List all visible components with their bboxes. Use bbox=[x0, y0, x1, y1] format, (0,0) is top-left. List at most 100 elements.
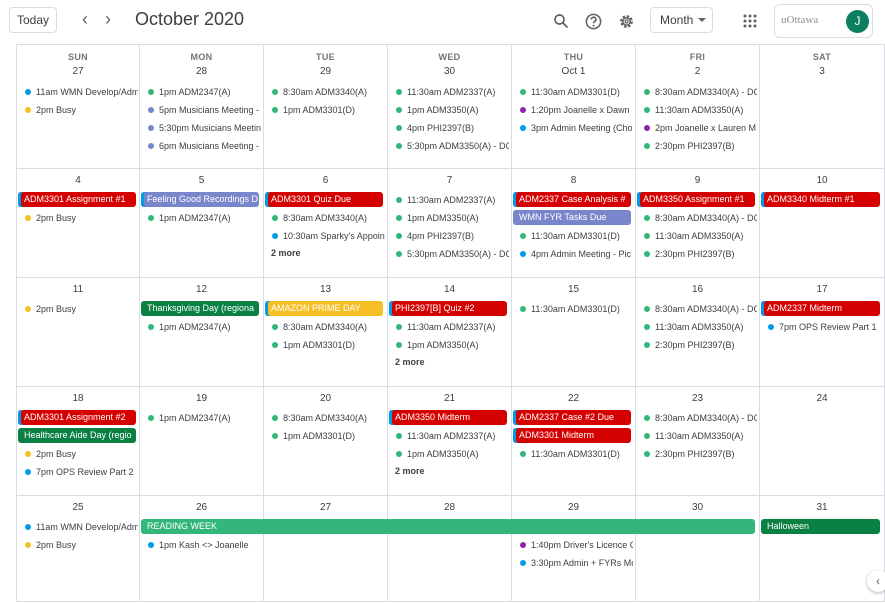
timed-event[interactable]: 8:30am ADM3340(A) bbox=[271, 410, 385, 426]
all-day-event-chip[interactable]: ADM3350 Assignment #1 bbox=[637, 192, 755, 207]
day-number[interactable]: 6 bbox=[264, 175, 387, 186]
day-cell[interactable]: 14 PHI2397[B] Quiz #2 11:30am ADM2337(A) 1p… bbox=[388, 278, 512, 387]
avatar[interactable]: J bbox=[846, 10, 869, 33]
all-day-event-chip[interactable]: AMAZON PRIME DAY bbox=[265, 301, 383, 316]
all-day-event-chip[interactable]: PHI2397[B] Quiz #2 bbox=[389, 301, 507, 316]
timed-event[interactable]: 5pm Musicians Meeting - bbox=[147, 102, 261, 118]
day-number[interactable]: 20 bbox=[264, 393, 387, 404]
day-cell[interactable]: 25 11am WMN Develop/Adm 2pm Busy bbox=[16, 496, 140, 602]
all-day-event-chip[interactable]: ADM2337 Case Analysis # bbox=[513, 192, 631, 207]
day-cell[interactable]: WED 30 11:30am ADM2337(A) 1pm ADM3350(A) 4pm… bbox=[388, 45, 512, 169]
timed-event[interactable]: 1pm ADM2347(A) bbox=[147, 84, 261, 100]
timed-event[interactable]: 2pm Busy bbox=[24, 102, 138, 118]
timed-event[interactable]: 2:30pm PHI2397(B) bbox=[643, 337, 757, 353]
timed-event[interactable]: 5:30pm ADM3350(A) - DC bbox=[395, 246, 509, 262]
timed-event[interactable]: 2:30pm PHI2397(B) bbox=[643, 138, 757, 154]
all-day-event-chip[interactable]: Halloween bbox=[761, 519, 880, 534]
day-number[interactable]: 13 bbox=[264, 284, 387, 295]
day-cell[interactable]: SAT 3 bbox=[760, 45, 885, 169]
all-day-event-chip[interactable]: Thanksgiving Day (regiona bbox=[141, 301, 259, 316]
timed-event[interactable]: 1pm ADM3301(D) bbox=[271, 337, 385, 353]
day-cell[interactable]: 29 1:40pm Driver's Licence C 3:30pm Admin … bbox=[512, 496, 636, 602]
chevron-right-icon[interactable]: › bbox=[98, 10, 118, 30]
timed-event[interactable]: 1pm ADM2347(A) bbox=[147, 319, 261, 335]
timed-event[interactable]: 1pm ADM3350(A) bbox=[395, 446, 509, 462]
day-cell[interactable]: 23 8:30am ADM3340(A) - DC 11:30am ADM3350(… bbox=[636, 387, 760, 496]
timed-event[interactable]: 11:30am ADM3350(A) bbox=[643, 428, 757, 444]
day-cell[interactable]: 6 ADM3301 Quiz Due 8:30am ADM3340(A) 10:30a… bbox=[264, 169, 388, 278]
more-events-link[interactable]: 2 more bbox=[395, 357, 425, 367]
day-number[interactable]: 16 bbox=[636, 284, 759, 295]
timed-event[interactable]: 2:30pm PHI2397(B) bbox=[643, 246, 757, 262]
day-number[interactable]: Oct 1 bbox=[512, 66, 635, 77]
timed-event[interactable]: 1pm ADM3350(A) bbox=[395, 210, 509, 226]
day-cell[interactable]: 9 ADM3350 Assignment #1 8:30am ADM3340(A) … bbox=[636, 169, 760, 278]
day-number[interactable]: 27 bbox=[264, 502, 387, 513]
timed-event[interactable]: 2pm Joanelle x Lauren M bbox=[643, 120, 757, 136]
day-number[interactable]: 25 bbox=[17, 502, 139, 513]
timed-event[interactable]: 11:30am ADM3350(A) bbox=[643, 102, 757, 118]
day-cell[interactable]: 20 8:30am ADM3340(A) 1pm ADM3301(D) bbox=[264, 387, 388, 496]
timed-event[interactable]: 3pm Admin Meeting (Cho bbox=[519, 120, 633, 136]
day-cell[interactable]: THU Oct 1 11:30am ADM3301(D) 1:20pm Joanell… bbox=[512, 45, 636, 169]
day-number[interactable]: 18 bbox=[17, 393, 139, 404]
timed-event[interactable]: 1pm ADM3301(D) bbox=[271, 102, 385, 118]
timed-event[interactable]: 4pm PHI2397(B) bbox=[395, 120, 509, 136]
timed-event[interactable]: 1:20pm Joanelle x Dawn bbox=[519, 102, 633, 118]
timed-event[interactable]: 11:30am ADM3350(A) bbox=[643, 228, 757, 244]
view-select[interactable]: Month bbox=[650, 7, 713, 33]
day-number[interactable]: 27 bbox=[17, 66, 139, 77]
timed-event[interactable]: 2:30pm PHI2397(B) bbox=[643, 446, 757, 462]
timed-event[interactable]: 11am WMN Develop/Adm bbox=[24, 84, 138, 100]
timed-event[interactable]: 11:30am ADM3301(D) bbox=[519, 84, 633, 100]
timed-event[interactable]: 3:30pm Admin + FYRs Mo bbox=[519, 555, 633, 571]
day-cell[interactable]: 24 bbox=[760, 387, 885, 496]
timed-event[interactable]: 7pm OPS Review Part 2 bbox=[24, 464, 138, 480]
day-cell[interactable]: 10 ADM3340 Midterm #1 bbox=[760, 169, 885, 278]
timed-event[interactable]: 8:30am ADM3340(A) - DC bbox=[643, 84, 757, 100]
multi-day-event-bar[interactable]: READING WEEK bbox=[141, 519, 755, 534]
all-day-event-chip[interactable]: WMN FYR Tasks Due bbox=[513, 210, 631, 225]
day-cell[interactable]: 8 ADM2337 Case Analysis # WMN FYR Tasks Du… bbox=[512, 169, 636, 278]
timed-event[interactable]: 2pm Busy bbox=[24, 537, 138, 553]
day-cell[interactable]: 19 1pm ADM2347(A) bbox=[140, 387, 264, 496]
day-cell[interactable]: 4 ADM3301 Assignment #1 2pm Busy bbox=[16, 169, 140, 278]
all-day-event-chip[interactable]: ADM3301 Quiz Due bbox=[265, 192, 383, 207]
chevron-left-icon[interactable]: ‹ bbox=[75, 10, 95, 30]
day-number[interactable]: 30 bbox=[636, 502, 759, 513]
timed-event[interactable]: 8:30am ADM3340(A) - DC bbox=[643, 210, 757, 226]
timed-event[interactable]: 5:30pm ADM3350(A) - DC bbox=[395, 138, 509, 154]
day-cell[interactable]: FRI 2 8:30am ADM3340(A) - DC 11:30am ADM335… bbox=[636, 45, 760, 169]
day-cell[interactable]: 28 bbox=[388, 496, 512, 602]
day-number[interactable]: 9 bbox=[636, 175, 759, 186]
day-cell[interactable]: 13 AMAZON PRIME DAY 8:30am ADM3340(A) 1pm A… bbox=[264, 278, 388, 387]
today-button[interactable]: Today bbox=[9, 7, 57, 33]
more-events-link[interactable]: 2 more bbox=[271, 248, 301, 258]
all-day-event-chip[interactable]: ADM2337 Midterm bbox=[761, 301, 880, 316]
day-number[interactable]: 19 bbox=[140, 393, 263, 404]
all-day-event-chip[interactable]: ADM2337 Case #2 Due bbox=[513, 410, 631, 425]
day-cell[interactable]: 27 bbox=[264, 496, 388, 602]
day-cell[interactable]: 16 8:30am ADM3340(A) - DC 11:30am ADM3350(… bbox=[636, 278, 760, 387]
day-number[interactable]: 7 bbox=[388, 175, 511, 186]
all-day-event-chip[interactable]: Healthcare Aide Day (regio bbox=[18, 428, 136, 443]
day-cell[interactable]: 18 ADM3301 Assignment #2 Healthcare Aide D… bbox=[16, 387, 140, 496]
day-number[interactable]: 23 bbox=[636, 393, 759, 404]
account-switcher[interactable]: uOttawa J bbox=[774, 4, 873, 38]
timed-event[interactable]: 11:30am ADM2337(A) bbox=[395, 319, 509, 335]
timed-event[interactable]: 2pm Busy bbox=[24, 446, 138, 462]
day-number[interactable]: 8 bbox=[512, 175, 635, 186]
timed-event[interactable]: 2pm Busy bbox=[24, 301, 138, 317]
day-cell[interactable]: 26 1pm Kash <> Joanelle bbox=[140, 496, 264, 602]
day-number[interactable]: 22 bbox=[512, 393, 635, 404]
day-number[interactable]: 10 bbox=[760, 175, 884, 186]
timed-event[interactable]: 11:30am ADM2337(A) bbox=[395, 192, 509, 208]
day-cell[interactable]: SUN 27 11am WMN Develop/Adm 2pm Busy bbox=[16, 45, 140, 169]
gear-icon[interactable] bbox=[613, 8, 639, 34]
day-number[interactable]: 15 bbox=[512, 284, 635, 295]
timed-event[interactable]: 11am WMN Develop/Adm bbox=[24, 519, 138, 535]
chevron-left-icon[interactable]: ‹ bbox=[867, 570, 885, 592]
day-cell[interactable]: 5 Feeling Good Recordings D 1pm ADM2347(A) bbox=[140, 169, 264, 278]
day-number[interactable]: 31 bbox=[760, 502, 884, 513]
timed-event[interactable]: 8:30am ADM3340(A) bbox=[271, 319, 385, 335]
